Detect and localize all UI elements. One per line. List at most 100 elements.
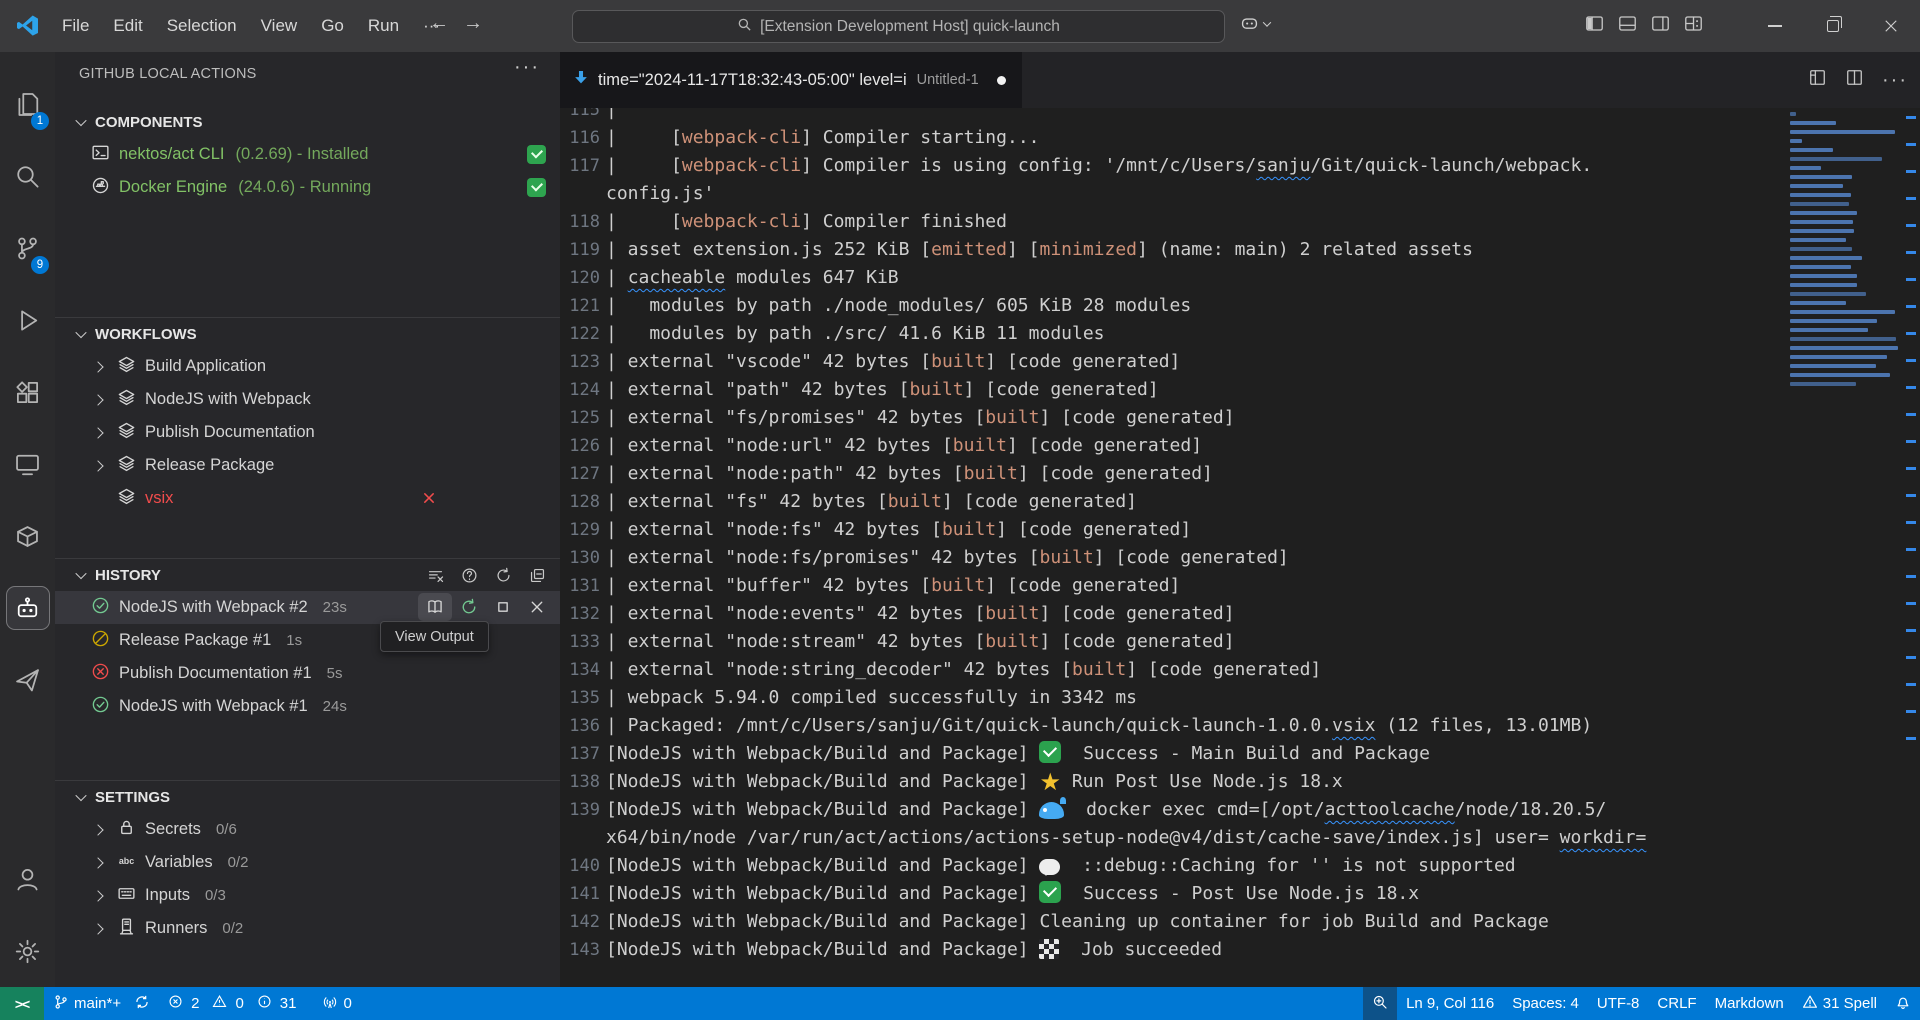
history-item[interactable]: NodeJS with Webpack #124s [55,690,560,723]
settings-item-secrets[interactable]: Secrets0/6 [55,813,560,846]
activity-item-containers[interactable] [0,500,55,572]
activity-item-github-local-actions[interactable] [0,572,55,644]
toggle-secondary-sidebar-icon[interactable] [1651,14,1670,38]
activity-item-remote-explorer[interactable] [0,428,55,500]
checkbox-checked[interactable] [527,145,546,164]
history-item[interactable]: NodeJS with Webpack #223s [55,591,560,624]
chevron-right-icon [91,925,108,933]
container-icon [6,514,50,558]
editor-content[interactable]: 115|116| [webpack-cli] Compiler starting… [560,108,1920,987]
minimap-line [1790,238,1846,242]
text-segment: ] Compiler is using config: '/mnt/c/User… [801,155,1256,176]
refresh-icon[interactable] [486,561,520,589]
activity-item-manage[interactable] [0,915,55,987]
collapse-all-icon[interactable] [520,561,554,589]
minimap[interactable] [1790,112,1902,987]
line-text: | [606,108,617,124]
menu-item-selection[interactable]: Selection [155,10,249,42]
activity-item-extensions[interactable] [0,356,55,428]
toggle-sidebar-icon[interactable] [1585,14,1604,38]
settings-item-inputs[interactable]: Inputs0/3 [55,879,560,912]
tab-description: Untitled-1 [917,72,979,88]
workflow-item[interactable]: vsix [55,482,560,515]
status-markdown[interactable]: Markdown [1706,987,1793,1020]
toggle-panel-icon[interactable] [1618,14,1637,38]
minimize-button[interactable] [1746,0,1804,52]
section-header-workflows[interactable]: WORKFLOWS [55,318,560,350]
copilot-menu[interactable] [1240,15,1270,32]
status-bell-icon[interactable] [1886,987,1920,1020]
branch-status[interactable]: main*+ [44,987,159,1020]
text-segment: built [931,351,985,372]
status-zoom-icon[interactable] [1363,987,1397,1020]
status-31-spell[interactable]: 31 Spell [1793,987,1886,1020]
git-branch-icon [53,994,69,1014]
workflow-item[interactable]: NodeJS with Webpack [55,383,560,416]
section-header-components[interactable]: COMPONENTS [55,106,560,138]
workflow-item[interactable]: Build Application [55,350,560,383]
menu-item-view[interactable]: View [249,10,310,42]
status-crlf[interactable]: CRLF [1648,987,1705,1020]
radio-tower-icon [322,994,338,1014]
status-spaces-4[interactable]: Spaces: 4 [1503,987,1588,1020]
clear-history-icon[interactable] [418,561,452,589]
activity-item-source-control[interactable]: 9 [0,212,55,284]
modified-dot-icon[interactable] [997,76,1006,85]
activity-item-explorer[interactable]: 1 [0,68,55,140]
settings-count: 0/3 [205,887,226,904]
menu-item-run[interactable]: Run [356,10,411,42]
settings-item-runners[interactable]: Runners0/2 [55,912,560,945]
text-segment: ] Compiler starting... [801,127,1039,148]
problems-status[interactable]: 2 0 31 [159,987,313,1020]
forward-arrow-icon[interactable]: → [458,12,488,35]
remote-indicator[interactable]: >< [0,987,44,1020]
workflow-item[interactable]: Release Package [55,449,560,482]
text-segment: | external "node:path" 42 bytes [ [606,463,964,484]
activity-item-publish[interactable] [0,644,55,716]
view-output-icon[interactable] [418,593,452,621]
back-arrow-icon[interactable]: ← [424,12,454,35]
chevron-down-icon [1263,18,1271,26]
editor-line: 131| external "buffer" 42 bytes [built] … [560,572,1786,600]
text-segment: built [985,407,1039,428]
more-actions-icon[interactable]: ··· [514,56,540,79]
history-item[interactable]: Publish Documentation #15s [55,657,560,690]
text-segment: x64/bin/node /var/run/act/actions/action… [606,827,1560,848]
menu-item-file[interactable]: File [50,10,101,42]
text-segment: built [888,491,942,512]
restart-icon[interactable] [452,593,486,621]
command-center-search[interactable]: [Extension Development Host] quick-launc… [572,10,1225,43]
component-item[interactable]: nektos/act CLI(0.2.69) - Installed [55,138,560,171]
restore-button[interactable] [1804,0,1862,52]
open-preview-icon[interactable] [1808,68,1827,92]
status-ln-9-col-116[interactable]: Ln 9, Col 116 [1397,987,1503,1020]
menu-item-go[interactable]: Go [309,10,356,42]
question-icon[interactable] [452,561,486,589]
section-header-settings[interactable]: SETTINGS [55,781,560,813]
checkbox-checked[interactable] [527,178,546,197]
text-segment: acttoolcache [1325,799,1455,820]
workflow-item[interactable]: Publish Documentation [55,416,560,449]
ruler-mark [1906,467,1916,470]
activity-item-search[interactable] [0,140,55,212]
menu-item-edit[interactable]: Edit [101,10,154,42]
text-segment: ] [code generated] [1007,435,1202,456]
activity-item-run-and-debug[interactable] [0,284,55,356]
status-utf-8[interactable]: UTF-8 [1588,987,1649,1020]
sync-icon[interactable] [134,994,150,1014]
component-item[interactable]: Docker Engine(24.0.6) - Running [55,171,560,204]
error-close-icon[interactable] [421,490,437,511]
more-actions-icon[interactable]: ··· [1882,69,1908,92]
section-header-history[interactable]: HISTORY [55,559,560,591]
minimap-line [1790,319,1877,323]
settings-item-variables[interactable]: abcVariables0/2 [55,846,560,879]
split-editor-icon[interactable] [1845,68,1864,92]
activity-item-accounts[interactable] [0,843,55,915]
customize-layout-icon[interactable] [1684,14,1703,38]
tab-untitled-1[interactable]: time="2024-11-17T18:32:43-05:00" level=i… [560,52,1022,108]
close-window-button[interactable] [1862,0,1920,52]
stop-icon[interactable] [486,593,520,621]
search-icon [737,17,752,37]
ports-status[interactable]: 0 [313,987,360,1020]
close-icon[interactable] [520,593,554,621]
